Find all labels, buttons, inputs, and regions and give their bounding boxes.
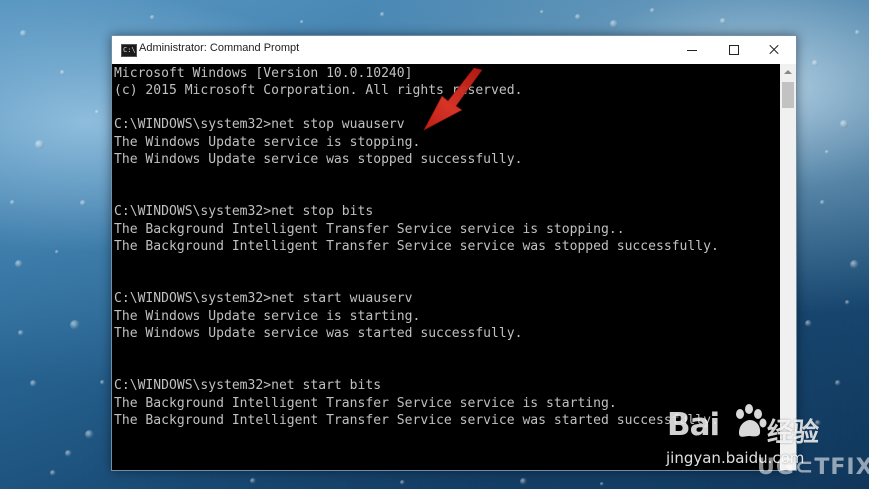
water-drop [100,380,105,385]
water-drop [855,30,860,35]
console-line: (c) 2015 Microsoft Corporation. All righ… [114,83,523,98]
console-line: The Background Intelligent Transfer Serv… [114,396,617,411]
water-drop [35,140,44,149]
water-drop [845,300,850,305]
baidu-watermark-cn: 经验 [767,418,820,448]
close-button[interactable] [754,36,794,64]
scroll-up-arrow-icon[interactable] [780,64,796,80]
water-drop [150,15,155,20]
baidu-watermark-text: Bai [667,407,720,443]
console-line: C:\WINDOWS\system32>net start wuauserv [114,291,413,306]
water-drop [520,478,527,485]
water-drop [380,12,385,17]
water-drop [300,20,304,24]
water-drop [80,200,86,206]
water-drop [15,260,23,268]
ugetfix-watermark: UG⊂TFIX [757,455,869,480]
console-line: The Windows Update service is stopping. [114,135,421,150]
water-drop [55,250,59,254]
water-drop [20,30,27,37]
water-drop [835,380,841,386]
maximize-button[interactable] [714,36,754,64]
console-line: The Windows Update service was started s… [114,326,523,341]
water-drop [95,110,99,114]
water-drop [812,60,818,66]
console-line: The Windows Update service was stopped s… [114,152,523,167]
water-drop [610,20,618,28]
baidu-watermark: Bai 经验 [667,396,827,450]
water-drop [575,14,581,20]
water-drop [650,8,655,13]
water-drop [50,470,56,476]
water-drop [805,320,812,327]
scroll-thumb[interactable] [782,82,794,108]
console-line: The Background Intelligent Transfer Serv… [114,239,719,254]
water-drop [60,70,65,75]
title-bar[interactable]: C:\ Administrator: Command Prompt [112,36,796,64]
water-drop [720,18,726,24]
water-drop [400,480,405,485]
console-line: C:\WINDOWS\system32>net stop bits [114,204,374,219]
console-line: Microsoft Windows [Version 10.0.10240] [114,66,413,81]
water-drop [10,200,15,205]
water-drop [840,120,848,128]
paw-icon [736,404,767,437]
water-drop [250,478,256,484]
console-line: C:\WINDOWS\system32>net start bits [114,378,382,393]
minimize-button[interactable] [672,36,712,64]
water-drop [30,380,37,387]
water-drop [70,320,80,330]
console-line: The Background Intelligent Transfer Serv… [114,222,625,237]
cmd-icon: C:\ [121,44,137,57]
console-line: C:\WINDOWS\system32>net stop wuauserv [114,117,405,132]
window-title: Administrator: Command Prompt [139,42,300,54]
water-drop [850,260,859,269]
water-drop [540,10,544,14]
water-drop [85,430,94,439]
water-drop [65,450,72,457]
water-drop [825,150,829,154]
console-line: The Windows Update service is starting. [114,309,421,324]
water-drop [18,330,24,336]
water-drop [600,482,604,486]
console-line: The Background Intelligent Transfer Serv… [114,413,719,428]
water-drop [820,200,825,205]
